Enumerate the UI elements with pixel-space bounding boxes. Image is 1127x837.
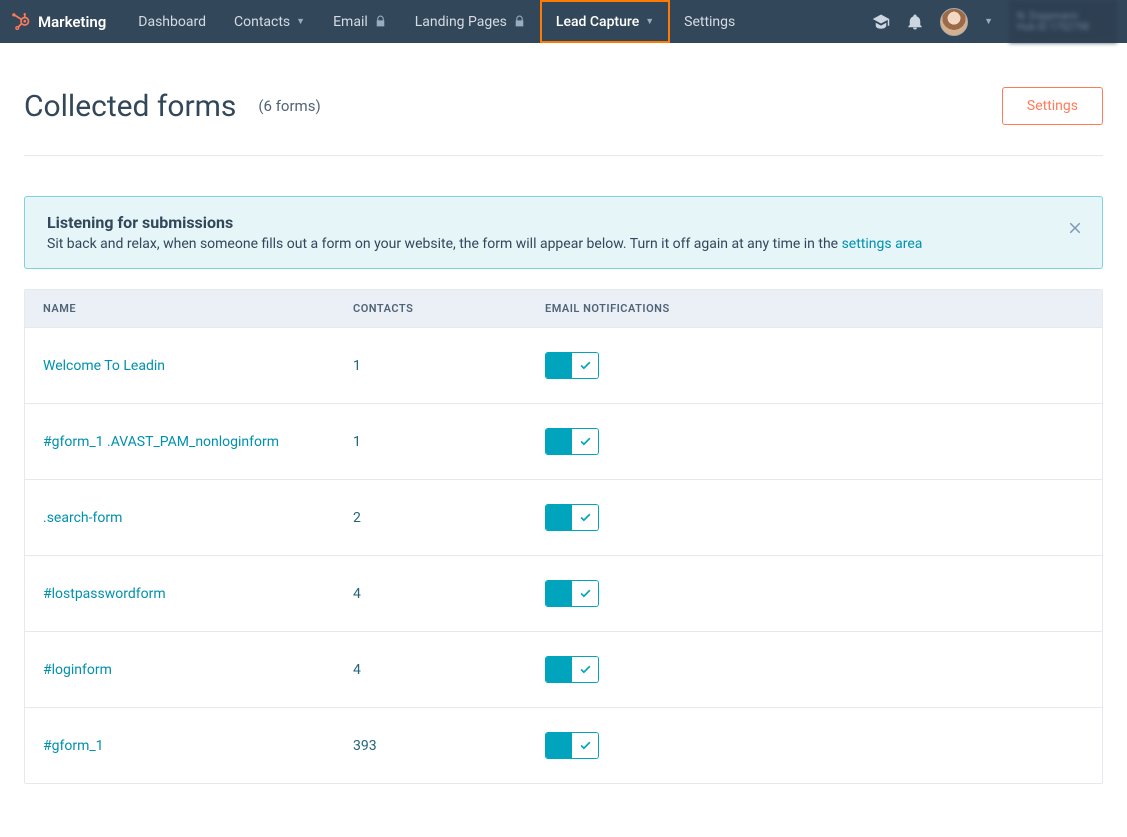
toggle-on-side xyxy=(546,733,572,758)
forms-table: NAME CONTACTS EMAIL NOTIFICATIONS Welcom… xyxy=(24,289,1103,784)
table-row: .search-form2 xyxy=(25,479,1102,555)
nav-email[interactable]: Email xyxy=(319,0,401,43)
banner-description: Sit back and relax, when someone fills o… xyxy=(47,236,1080,252)
banner-text-before: Sit back and relax, when someone fills o… xyxy=(47,236,842,252)
nav-dashboard[interactable]: Dashboard xyxy=(124,0,220,43)
nav-label: Landing Pages xyxy=(415,14,507,30)
table-row: #gform_1393 xyxy=(25,707,1102,783)
toggle-on-side xyxy=(546,353,572,378)
settings-button[interactable]: Settings xyxy=(1002,87,1103,125)
email-notification-toggle[interactable] xyxy=(545,732,599,759)
account-name: N. Doppmann xyxy=(1017,11,1109,22)
table-body: Welcome To Leadin1#gform_1 .AVAST_PAM_no… xyxy=(25,327,1102,783)
close-icon[interactable] xyxy=(1066,219,1084,237)
notification-cell xyxy=(545,580,1084,607)
form-name-link[interactable]: #gform_1 xyxy=(43,738,353,754)
email-notification-toggle[interactable] xyxy=(545,428,599,455)
chevron-down-icon: ▼ xyxy=(296,16,305,27)
page-content: Collected forms (6 forms) Settings Liste… xyxy=(0,43,1127,784)
toggle-handle xyxy=(572,353,598,378)
nav-lead-capture[interactable]: Lead Capture ▼ xyxy=(540,0,670,43)
top-navbar: Marketing Dashboard Contacts ▼ Email Lan… xyxy=(0,0,1127,43)
toggle-handle xyxy=(572,581,598,606)
email-notification-toggle[interactable] xyxy=(545,656,599,683)
notification-cell xyxy=(545,352,1084,379)
lock-icon xyxy=(374,15,387,28)
contacts-count-link[interactable]: 4 xyxy=(353,662,545,678)
account-info[interactable]: N. Doppmann Hub ID 1752798 xyxy=(1009,0,1117,43)
page-title: Collected forms xyxy=(24,89,236,124)
lock-icon xyxy=(513,15,526,28)
header-notifications: EMAIL NOTIFICATIONS xyxy=(545,302,1084,315)
email-notification-toggle[interactable] xyxy=(545,352,599,379)
table-row: #loginform4 xyxy=(25,631,1102,707)
check-icon xyxy=(579,511,592,524)
brand-logo[interactable]: Marketing xyxy=(12,13,106,31)
contacts-count-link[interactable]: 4 xyxy=(353,586,545,602)
contacts-count-link[interactable]: 1 xyxy=(353,434,545,450)
navbar-left: Marketing Dashboard Contacts ▼ Email Lan… xyxy=(12,0,749,43)
toggle-on-side xyxy=(546,505,572,530)
check-icon xyxy=(579,587,592,600)
toggle-on-side xyxy=(546,581,572,606)
check-icon xyxy=(579,435,592,448)
account-hub-id: Hub ID 1752798 xyxy=(1017,22,1109,33)
nav-label: Settings xyxy=(684,14,735,30)
header-contacts: CONTACTS xyxy=(353,302,545,315)
nav-contacts[interactable]: Contacts ▼ xyxy=(220,0,319,43)
nav-label: Dashboard xyxy=(138,14,206,30)
form-name-link[interactable]: #gform_1 .AVAST_PAM_nonloginform xyxy=(43,434,353,450)
header-name: NAME xyxy=(43,302,353,315)
toggle-on-side xyxy=(546,429,572,454)
notifications-bell-icon[interactable] xyxy=(906,13,924,31)
nav-landing-pages[interactable]: Landing Pages xyxy=(401,0,540,43)
table-row: #lostpasswordform4 xyxy=(25,555,1102,631)
nav-label: Contacts xyxy=(234,14,290,30)
toggle-handle xyxy=(572,657,598,682)
form-name-link[interactable]: Welcome To Leadin xyxy=(43,358,353,374)
contacts-count-link[interactable]: 1 xyxy=(353,358,545,374)
notification-cell xyxy=(545,656,1084,683)
email-notification-toggle[interactable] xyxy=(545,580,599,607)
page-header: Collected forms (6 forms) Settings xyxy=(24,43,1103,155)
navbar-right: ▼ N. Doppmann Hub ID 1752798 xyxy=(872,0,1127,43)
nav-label: Lead Capture xyxy=(556,14,639,30)
check-icon xyxy=(579,739,592,752)
form-name-link[interactable]: #loginform xyxy=(43,662,353,678)
toggle-handle xyxy=(572,505,598,530)
banner-title: Listening for submissions xyxy=(47,213,1080,232)
notification-cell xyxy=(545,504,1084,531)
nav-label: Email xyxy=(333,14,368,30)
toggle-handle xyxy=(572,733,598,758)
academy-icon[interactable] xyxy=(872,13,890,31)
header-divider xyxy=(24,155,1103,156)
nav-settings[interactable]: Settings xyxy=(670,0,749,43)
forms-count: (6 forms) xyxy=(258,97,320,115)
notification-cell xyxy=(545,428,1084,455)
notification-cell xyxy=(545,732,1084,759)
form-name-link[interactable]: .search-form xyxy=(43,510,353,526)
form-name-link[interactable]: #lostpasswordform xyxy=(43,586,353,602)
contacts-count-link[interactable]: 2 xyxy=(353,510,545,526)
check-icon xyxy=(579,663,592,676)
table-row: #gform_1 .AVAST_PAM_nonloginform1 xyxy=(25,403,1102,479)
email-notification-toggle[interactable] xyxy=(545,504,599,531)
listening-banner: Listening for submissions Sit back and r… xyxy=(24,196,1103,269)
table-header-row: NAME CONTACTS EMAIL NOTIFICATIONS xyxy=(25,290,1102,327)
check-icon xyxy=(579,359,592,372)
chevron-down-icon[interactable]: ▼ xyxy=(984,16,993,27)
toggle-handle xyxy=(572,429,598,454)
toggle-on-side xyxy=(546,657,572,682)
user-avatar[interactable] xyxy=(940,8,968,36)
settings-area-link[interactable]: settings area xyxy=(842,236,923,252)
table-row: Welcome To Leadin1 xyxy=(25,327,1102,403)
hubspot-sprocket-icon xyxy=(12,13,30,31)
brand-text: Marketing xyxy=(38,13,106,31)
chevron-down-icon: ▼ xyxy=(645,16,654,27)
contacts-count-link[interactable]: 393 xyxy=(353,738,545,754)
